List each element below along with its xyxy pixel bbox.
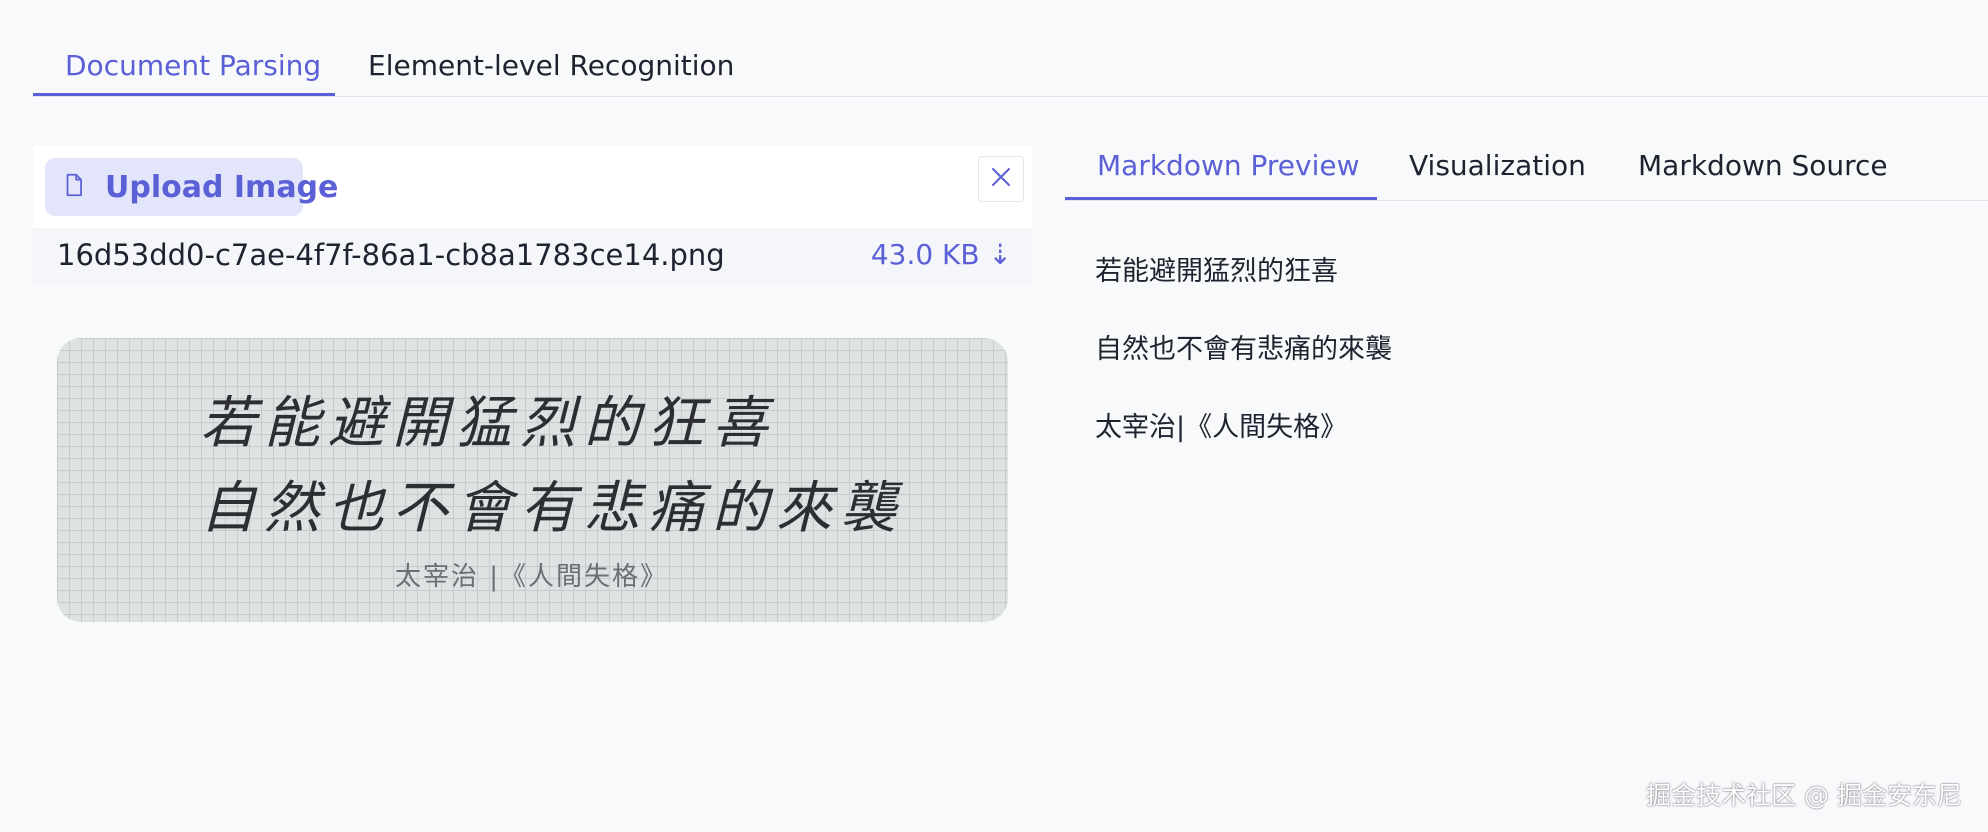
uploaded-image-preview: 若能避開猛烈的狂喜 自然也不會有悲痛的來襲 太宰治 |《人間失格》 (57, 338, 1008, 622)
image-text-line-2: 自然也不會有悲痛的來襲 (200, 476, 904, 541)
tab-document-parsing[interactable]: Document Parsing (33, 48, 335, 96)
top-tab-bar: Document Parsing Element-level Recogniti… (33, 40, 1988, 97)
markdown-paragraph: 太宰治|《人間失格》 (1095, 412, 1348, 443)
tab-element-level-recognition[interactable]: Element-level Recognition (368, 48, 734, 94)
tab-markdown-source[interactable]: Markdown Source (1638, 148, 1888, 198)
file-name: 16d53dd0-c7ae-4f7f-86a1-cb8a1783ce14.png (57, 238, 725, 272)
upload-image-label: Upload Image (105, 169, 339, 205)
markdown-paragraph: 若能避開猛烈的狂喜 (1095, 256, 1338, 287)
close-button[interactable] (978, 156, 1024, 202)
result-tab-bar: Markdown Preview Visualization Markdown … (1065, 146, 1988, 201)
uploaded-file-row: 16d53dd0-c7ae-4f7f-86a1-cb8a1783ce14.png… (33, 228, 1032, 284)
close-icon (989, 165, 1013, 193)
upload-image-button[interactable]: Upload Image (45, 158, 338, 216)
image-caption: 太宰治 |《人間失格》 (395, 562, 669, 592)
file-size-download-link[interactable]: 43.0 KB ⇣ (871, 236, 1012, 274)
tab-markdown-preview[interactable]: Markdown Preview (1065, 148, 1377, 200)
tab-visualization[interactable]: Visualization (1409, 148, 1586, 198)
image-text-line-1: 若能避開猛烈的狂喜 (200, 391, 776, 456)
file-icon (61, 172, 105, 202)
app-root: Document Parsing Element-level Recogniti… (0, 0, 1988, 832)
markdown-paragraph: 自然也不會有悲痛的來襲 (1095, 334, 1392, 365)
watermark: 掘金技术社区 @ 掘金安东尼 (1646, 781, 1962, 810)
upload-panel: Upload Image 16d53dd0-c7ae-4f7f-86a1-cb8… (33, 146, 1032, 284)
markdown-preview-content: 若能避開猛烈的狂喜 自然也不會有悲痛的來襲 太宰治|《人間失格》 (1095, 252, 1392, 486)
